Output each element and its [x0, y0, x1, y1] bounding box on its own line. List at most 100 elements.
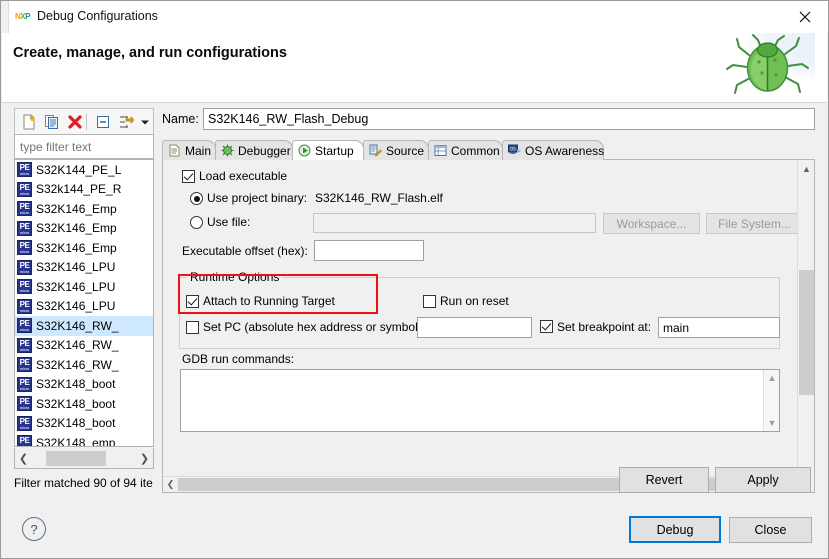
name-label: Name:: [162, 112, 199, 126]
use-file-radio[interactable]: [190, 216, 203, 229]
view-menu-chevron-down-icon[interactable]: [135, 112, 155, 132]
set-pc-input[interactable]: [418, 318, 531, 337]
list-item[interactable]: PEmicroS32K148_boot: [15, 414, 153, 434]
use-project-binary-radio[interactable]: [190, 192, 203, 205]
set-breakpoint-input[interactable]: [659, 318, 779, 337]
tab-strip[interactable]: Main Debugger Startup Source Common05OS Awar…: [162, 140, 815, 160]
set-breakpoint-input-wrapper[interactable]: [658, 317, 780, 338]
list-item-label: S32K146_Emp: [36, 221, 117, 235]
delete-configuration-icon[interactable]: [65, 112, 85, 132]
hscroll-track[interactable]: [32, 449, 136, 468]
gdb-textarea-scrollbar[interactable]: ▲ ▼: [763, 370, 779, 431]
filter-status-text: Filter matched 90 of 94 ite: [14, 473, 154, 493]
page-title: Create, manage, and run configurations: [13, 45, 287, 61]
revert-button[interactable]: Revert: [619, 467, 709, 493]
configurations-tree[interactable]: PEmicroS32K144_PE_LPEmicroS32k144_PE_RPE…: [14, 159, 154, 447]
load-executable-checkbox[interactable]: [182, 170, 195, 183]
tab-main[interactable]: Main: [162, 140, 216, 160]
list-item[interactable]: PEmicro S32K148_boot: [15, 394, 153, 414]
file-system-button[interactable]: File System...: [706, 213, 797, 234]
list-item[interactable]: PEmicroS32K146_Emp: [15, 219, 153, 239]
list-item-label: S32K148_emp: [36, 436, 115, 446]
name-input[interactable]: [204, 109, 814, 129]
list-item[interactable]: PEmicroS32K146_RW_: [15, 316, 153, 336]
configurations-horizontal-scrollbar[interactable]: ❮ ❯: [14, 448, 154, 469]
pe-micro-icon: PEmicro: [17, 396, 32, 411]
startup-page-vertical-scrollbar[interactable]: ▲ ▼: [797, 160, 814, 492]
search-input[interactable]: [15, 135, 153, 158]
toolbar-separator: [86, 114, 87, 130]
pe-micro-icon: PEmicro: [17, 162, 32, 177]
tab-folder: Main Debugger Startup Source Common05OS Awar…: [162, 140, 815, 493]
filter-configurations-icon[interactable]: [116, 112, 136, 132]
workspace-button[interactable]: Workspace...: [603, 213, 700, 234]
configuration-editor: Name: Main Debugger Startup Source Common05O…: [162, 108, 815, 493]
executable-offset-input-wrapper[interactable]: [314, 240, 424, 261]
set-pc-checkbox[interactable]: [186, 321, 199, 334]
list-item[interactable]: PEmicroS32K146_RW_: [15, 355, 153, 375]
scroll-left-icon[interactable]: ❮: [15, 449, 32, 468]
list-item[interactable]: PEmicroS32K146_Emp: [15, 199, 153, 219]
executable-offset-input[interactable]: [315, 241, 423, 260]
list-item-label: S32K146_LPU: [36, 299, 115, 313]
tab-debugger[interactable]: Debugger: [215, 140, 293, 160]
name-row: Name:: [162, 108, 815, 132]
close-button[interactable]: Close: [729, 517, 812, 543]
list-item[interactable]: PEmicroS32K146_LPU: [15, 277, 153, 297]
run-on-reset-checkbox[interactable]: [423, 295, 436, 308]
list-item[interactable]: PEmicroS32k144_PE_R: [15, 180, 153, 200]
page-vscroll-thumb[interactable]: [799, 270, 814, 395]
tab-startup[interactable]: Startup: [292, 140, 364, 160]
list-item-label: S32K144_PE_L: [36, 163, 121, 177]
list-item[interactable]: PEmicro S32K144_PE_L: [15, 160, 153, 180]
list-item[interactable]: PEmicroS32K146_LPU: [15, 297, 153, 317]
tab-label: Debugger: [238, 144, 291, 158]
page-scroll-left-icon[interactable]: ❮: [163, 477, 178, 492]
green-bug-icon: [723, 33, 815, 103]
tab-label: Startup: [315, 144, 354, 158]
scroll-right-icon[interactable]: ❯: [136, 449, 153, 468]
name-input-wrapper[interactable]: [203, 108, 815, 130]
list-item-label: S32K146_RW_: [36, 319, 119, 333]
tab-common[interactable]: Common: [428, 140, 503, 160]
startup-page-content: Load executable Use project binary: S32K…: [163, 160, 797, 492]
source-pencil-icon: [369, 144, 383, 158]
run-on-reset-label: Run on reset: [440, 294, 509, 308]
use-file-input-wrapper[interactable]: [313, 213, 596, 233]
pe-micro-icon: PEmicro: [17, 279, 32, 294]
tab-source[interactable]: Source: [363, 140, 429, 160]
apply-button[interactable]: Apply: [715, 467, 811, 493]
tab-label: Source: [386, 144, 424, 158]
filter-input-wrapper[interactable]: [14, 134, 154, 159]
attach-to-running-target-checkbox[interactable]: [186, 295, 199, 308]
hscroll-thumb[interactable]: [46, 451, 106, 466]
list-item-label: S32K148_boot: [36, 397, 115, 411]
debug-button[interactable]: Debug: [629, 516, 721, 543]
set-breakpoint-at-checkbox[interactable]: [540, 320, 553, 333]
gdb-run-commands-textarea[interactable]: ▲ ▼: [180, 369, 780, 432]
pe-micro-icon: PEmicro: [17, 435, 32, 446]
page-scroll-up-icon[interactable]: ▲: [798, 160, 815, 177]
executable-offset-label: Executable offset (hex):: [182, 244, 308, 258]
list-item[interactable]: PEmicroS32K148_boot: [15, 375, 153, 395]
set-pc-input-wrapper[interactable]: [417, 317, 532, 338]
duplicate-configuration-icon[interactable]: [42, 112, 62, 132]
collapse-all-icon[interactable]: [93, 112, 113, 132]
list-item[interactable]: PEmicro S32K148_emp: [15, 433, 153, 446]
tab-os-awareness[interactable]: 05OS Awareness: [502, 140, 604, 160]
window-left-edge: [1, 1, 9, 33]
bug-gear-icon: [221, 144, 235, 158]
configurations-tree-items[interactable]: PEmicroS32K144_PE_LPEmicroS32k144_PE_RPE…: [15, 160, 153, 446]
table-icon: [434, 144, 448, 158]
list-item-label: S32k144_PE_R: [36, 182, 121, 196]
scroll-down-icon[interactable]: ▼: [764, 415, 780, 431]
scroll-up-icon[interactable]: ▲: [764, 370, 780, 386]
document-icon: [168, 144, 182, 158]
list-item[interactable]: PEmicroS32K146_RW_: [15, 336, 153, 356]
use-file-input[interactable]: [314, 214, 595, 232]
list-item[interactable]: PEmicroS32K146_LPU: [15, 258, 153, 278]
new-configuration-icon[interactable]: [19, 112, 39, 132]
help-question-icon[interactable]: ?: [22, 517, 46, 541]
close-icon[interactable]: [782, 1, 828, 32]
list-item[interactable]: PEmicroS32K146_Emp: [15, 238, 153, 258]
